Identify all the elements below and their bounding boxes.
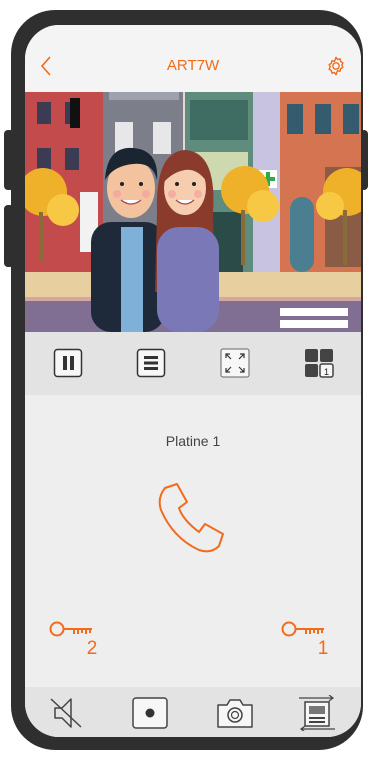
panel-name: Platine 1 <box>165 433 221 449</box>
pause-icon[interactable] <box>53 348 83 378</box>
volume-down-button <box>4 205 14 267</box>
intercom-icon[interactable] <box>297 695 337 731</box>
video-controls-bar: 1 <box>25 332 361 395</box>
lock-number-2: 2 <box>86 638 98 659</box>
camera-badge: 1 <box>324 367 329 377</box>
bottom-toolbar <box>25 687 361 737</box>
phone-icon[interactable] <box>153 480 231 558</box>
volume-up-button <box>4 130 14 190</box>
key-icon[interactable] <box>48 619 94 639</box>
speaker-mute-icon[interactable] <box>47 695 87 731</box>
lock-number-1: 1 <box>317 638 329 659</box>
gear-icon[interactable] <box>325 55 347 77</box>
grid-icon[interactable]: 1 <box>304 348 334 378</box>
record-icon[interactable] <box>130 695 170 731</box>
app-screen: ART7W 1 Platine 1 2 1 <box>25 25 361 737</box>
power-button <box>360 130 368 190</box>
page-title: ART7W <box>166 57 220 74</box>
header: ART7W <box>25 25 361 92</box>
list-icon[interactable] <box>136 348 166 378</box>
expand-icon[interactable] <box>220 348 250 378</box>
camera-icon[interactable] <box>215 695 255 731</box>
video-feed[interactable] <box>25 92 361 332</box>
key-icon[interactable] <box>280 619 326 639</box>
